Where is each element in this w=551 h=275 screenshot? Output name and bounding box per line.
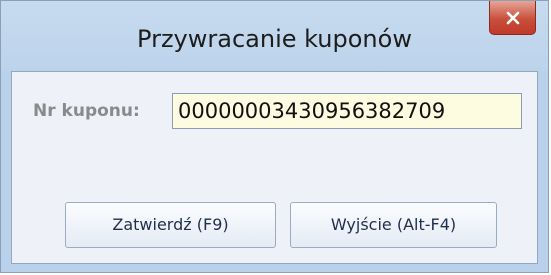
confirm-button[interactable]: Zatwierdź (F9) [65, 202, 276, 248]
dialog-title: Przywracanie kuponów [137, 25, 412, 53]
exit-button[interactable]: Wyjście (Alt-F4) [290, 202, 497, 248]
close-button[interactable] [489, 1, 536, 35]
coupon-number-label: Nr kuponu: [33, 101, 140, 121]
dialog-window: Przywracanie kuponów Nr kuponu: Zatwierd… [0, 0, 549, 273]
title-bar[interactable]: Przywracanie kuponów [1, 1, 548, 71]
close-icon [506, 11, 519, 24]
coupon-number-input[interactable] [172, 93, 522, 129]
